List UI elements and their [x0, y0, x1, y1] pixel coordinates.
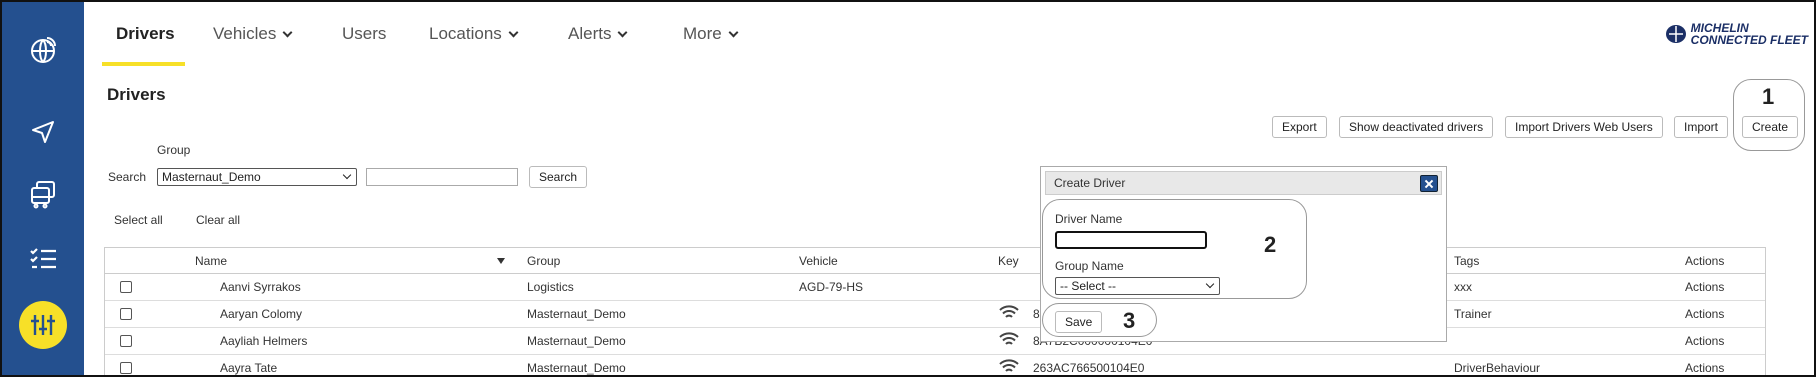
- nav-vehicles-label: Vehicles: [213, 24, 277, 43]
- sort-descending-icon[interactable]: [497, 258, 505, 264]
- column-header-actions: Actions: [1685, 254, 1725, 268]
- row-checkbox[interactable]: [120, 281, 132, 293]
- show-deactivated-button[interactable]: Show deactivated drivers: [1339, 116, 1494, 138]
- callout-number-1: 1: [1762, 84, 1775, 109]
- actions-menu[interactable]: Actions: [1685, 307, 1724, 321]
- chevron-down-icon: [508, 27, 519, 37]
- driver-key: 263AC766500104E0: [1033, 361, 1145, 375]
- nav-alerts-label: Alerts: [568, 24, 612, 43]
- driver-group: Logistics: [527, 280, 574, 294]
- chevron-down-icon: [618, 27, 628, 37]
- app-frame: Drivers Vehicles Users Locations Alerts …: [0, 0, 1816, 377]
- import-button[interactable]: Import: [1674, 116, 1729, 138]
- nav-more-label: More: [683, 24, 722, 43]
- callout-number-2: 2: [1264, 232, 1277, 257]
- driver-group: Masternaut_Demo: [527, 334, 626, 348]
- driver-group: Masternaut_Demo: [527, 361, 626, 375]
- chevron-down-icon: [282, 27, 293, 37]
- column-header-vehicle[interactable]: Vehicle: [799, 254, 838, 268]
- nav-alerts[interactable]: Alerts: [568, 24, 628, 44]
- group-label: Group: [157, 143, 191, 157]
- table-row[interactable]: Aaryan Colomy Masternaut_Demo 8 Trainer …: [105, 301, 1765, 328]
- navigation-arrow-icon[interactable]: [23, 112, 63, 152]
- driver-group: Masternaut_Demo: [527, 307, 626, 321]
- drivers-table: Name Group Vehicle Key Tags Actions Aanv…: [104, 247, 1766, 375]
- group-select[interactable]: Masternaut_Demo: [157, 168, 357, 186]
- callout-number-3: 3: [1123, 308, 1136, 333]
- search-input[interactable]: [366, 168, 518, 186]
- chevron-down-icon: [342, 170, 352, 180]
- table-header: Name Group Vehicle Key Tags Actions: [105, 248, 1765, 274]
- table-row[interactable]: Aayra Tate Masternaut_Demo 263AC76650010…: [105, 355, 1765, 375]
- page-title: Drivers: [107, 85, 166, 104]
- group-name-label: Group Name: [1055, 259, 1124, 273]
- close-icon[interactable]: [1420, 175, 1438, 192]
- wireless-key-icon: [999, 332, 1019, 345]
- group-select-value: Masternaut_Demo: [162, 170, 261, 184]
- row-checkbox[interactable]: [120, 335, 132, 347]
- clear-all-link[interactable]: Clear all: [196, 213, 240, 227]
- michelin-logo-icon: [1665, 25, 1686, 43]
- nav-users[interactable]: Users: [342, 24, 386, 44]
- nav-drivers-label: Drivers: [116, 24, 175, 43]
- vehicles-icon[interactable]: [23, 174, 63, 214]
- column-header-key[interactable]: Key: [998, 254, 1019, 268]
- brand-logo: MICHELIN CONNECTED FLEET: [1665, 22, 1808, 46]
- chevron-down-icon: [1205, 279, 1215, 289]
- import-web-users-button[interactable]: Import Drivers Web Users: [1505, 116, 1663, 138]
- search-button[interactable]: Search: [529, 166, 588, 188]
- nav-users-label: Users: [342, 24, 387, 43]
- driver-name: Aanvi Syrrakos: [220, 280, 301, 294]
- wireless-key-icon: [999, 305, 1019, 318]
- driver-name-label: Driver Name: [1055, 212, 1123, 226]
- driver-tags: Trainer: [1454, 307, 1492, 321]
- nav-locations[interactable]: Locations: [429, 24, 519, 44]
- group-name-select[interactable]: -- Select --: [1055, 277, 1220, 295]
- nav-locations-label: Locations: [429, 24, 502, 43]
- save-button[interactable]: Save: [1055, 311, 1103, 333]
- nav-more[interactable]: More: [683, 24, 739, 44]
- actions-menu[interactable]: Actions: [1685, 334, 1724, 348]
- select-all-link[interactable]: Select all: [114, 213, 163, 227]
- column-header-name[interactable]: Name: [195, 254, 227, 268]
- export-button[interactable]: Export: [1272, 116, 1327, 138]
- driver-key: 8: [1033, 307, 1040, 321]
- brand-line-2: CONNECTED FLEET: [1690, 33, 1808, 47]
- table-row[interactable]: Aanvi Syrrakos Logistics AGD-79-HS xxx A…: [105, 274, 1765, 301]
- driver-name: Aaryan Colomy: [220, 307, 303, 321]
- chevron-down-icon: [728, 27, 739, 37]
- nav-active-indicator: [102, 62, 185, 66]
- row-checkbox[interactable]: [120, 308, 132, 320]
- driver-tags: DriverBehaviour: [1454, 361, 1541, 375]
- radar-globe-icon[interactable]: [23, 30, 63, 70]
- dialog-header: Create Driver: [1045, 171, 1442, 195]
- nav-vehicles[interactable]: Vehicles: [213, 24, 293, 44]
- wireless-key-icon: [999, 359, 1019, 372]
- checklist-icon[interactable]: [23, 239, 63, 279]
- row-checkbox[interactable]: [120, 362, 132, 374]
- driver-vehicle: AGD-79-HS: [799, 280, 864, 294]
- top-navigation: Drivers Vehicles Users Locations Alerts …: [84, 2, 1814, 67]
- search-label: Search: [108, 170, 147, 184]
- nav-drivers[interactable]: Drivers: [116, 24, 175, 44]
- sidebar: [2, 2, 84, 375]
- column-header-group[interactable]: Group: [527, 254, 560, 268]
- settings-sliders-icon[interactable]: [19, 301, 67, 349]
- driver-name-input[interactable]: [1055, 231, 1207, 249]
- dialog-title: Create Driver: [1054, 176, 1126, 190]
- actions-menu[interactable]: Actions: [1685, 280, 1724, 294]
- driver-tags: xxx: [1454, 280, 1472, 294]
- driver-name: Aayliah Helmers: [220, 334, 308, 348]
- group-name-select-value: -- Select --: [1060, 279, 1117, 293]
- column-header-tags[interactable]: Tags: [1454, 254, 1479, 268]
- table-row[interactable]: Aayliah Helmers Masternaut_Demo 8A7B2C00…: [105, 328, 1765, 355]
- actions-menu[interactable]: Actions: [1685, 361, 1724, 375]
- driver-name: Aayra Tate: [220, 361, 278, 375]
- create-driver-dialog: Create Driver Driver Name 2 Group Name -…: [1040, 166, 1447, 342]
